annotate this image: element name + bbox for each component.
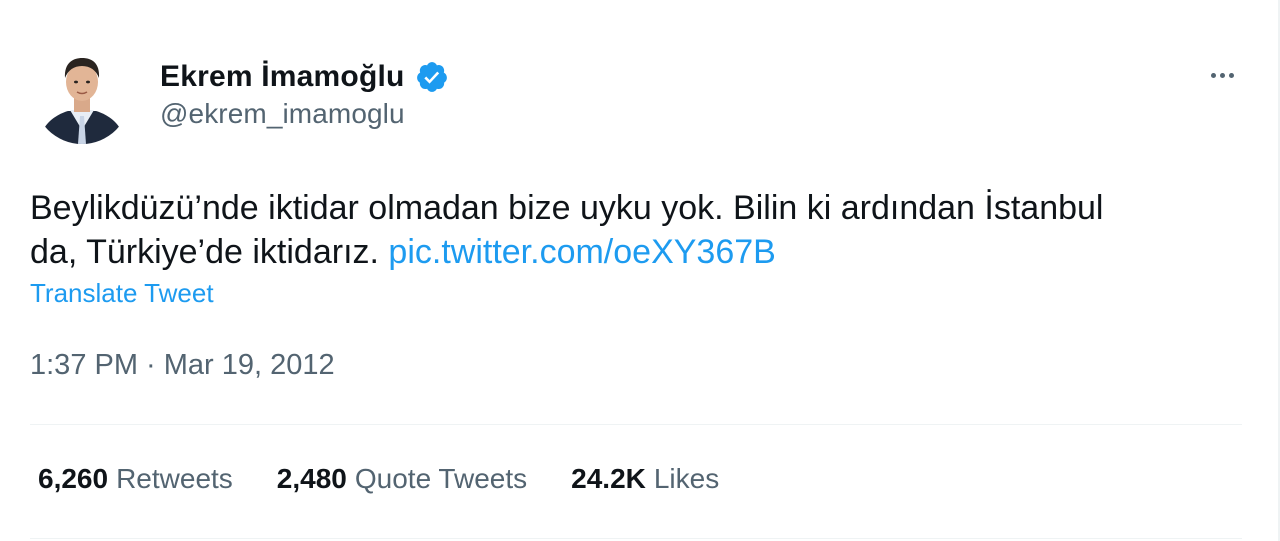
dot	[1228, 72, 1234, 78]
avatar[interactable]	[34, 48, 130, 144]
likes-label: Likes	[653, 463, 720, 494]
tweet-timestamp[interactable]: 1:37 PM · Mar 19, 2012	[30, 349, 335, 382]
tweet-text-line-2: da, Türkiye’de iktidarız. pic.twitter.co…	[30, 230, 1230, 274]
tweet-text-line-2-text: da, Türkiye’de iktidarız.	[30, 233, 389, 271]
engagement-stats: 6,260 Retweets 2,480 Quote Tweets 24.2K …	[38, 463, 719, 495]
divider	[30, 424, 1242, 425]
retweets-stat[interactable]: 6,260 Retweets	[38, 463, 233, 495]
dot	[1210, 72, 1216, 78]
translate-tweet-link[interactable]: Translate Tweet	[30, 278, 214, 309]
tweet-text: Beylikdüzü’nde iktidar olmadan bize uyku…	[30, 186, 1230, 274]
likes-stat[interactable]: 24.2K Likes	[571, 463, 719, 495]
quote-tweets-stat[interactable]: 2,480 Quote Tweets	[277, 463, 527, 495]
dot	[1219, 72, 1225, 78]
quote-tweets-count: 2,480	[276, 463, 347, 494]
tweet-media-link[interactable]: pic.twitter.com/oeXY367B	[388, 233, 775, 271]
quote-tweets-label: Quote Tweets	[354, 463, 528, 494]
tweet-card: Ekrem İmamoğlu @ekrem_imamoglu Beylikdüz…	[0, 0, 1280, 541]
avatar-image	[34, 48, 130, 144]
author-handle[interactable]: @ekrem_imamoglu	[160, 98, 405, 130]
retweets-label: Retweets	[116, 463, 233, 494]
more-options-icon[interactable]	[1200, 60, 1244, 90]
divider	[30, 538, 1242, 539]
verified-badge-icon[interactable]	[415, 60, 449, 94]
tweet-text-line-1: Beylikdüzü’nde iktidar olmadan bize uyku…	[30, 189, 1104, 227]
likes-count: 24.2K	[571, 463, 646, 494]
author-display-name[interactable]: Ekrem İmamoğlu	[160, 60, 405, 94]
retweets-count: 6,260	[38, 463, 109, 494]
author-name-row: Ekrem İmamoğlu	[160, 55, 449, 99]
